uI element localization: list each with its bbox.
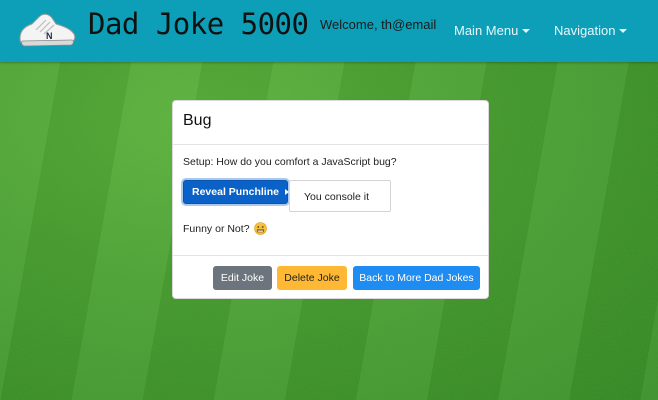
navigation-dropdown[interactable]: Navigation bbox=[554, 23, 628, 38]
grimace-emoji-icon bbox=[254, 222, 268, 238]
reveal-punchline-label: Reveal Punchline bbox=[192, 186, 279, 198]
funny-or-not: Funny or Not? bbox=[183, 222, 268, 238]
svg-text:N: N bbox=[46, 31, 53, 41]
funny-or-not-label: Funny or Not? bbox=[183, 223, 250, 235]
main-menu-label: Main Menu bbox=[454, 23, 519, 38]
punchline-popover: You console it bbox=[289, 180, 391, 212]
card-header: Bug bbox=[173, 101, 488, 145]
reveal-punchline-button[interactable]: Reveal Punchline bbox=[183, 180, 289, 204]
back-to-jokes-button[interactable]: Back to More Dad Jokes bbox=[353, 266, 480, 290]
welcome-text: Welcome, th@email bbox=[320, 17, 437, 32]
main-menu-dropdown[interactable]: Main Menu bbox=[454, 23, 531, 38]
app-title[interactable]: Dad Joke 5000 bbox=[88, 7, 309, 41]
joke-title: Bug bbox=[183, 112, 212, 129]
sneaker-icon[interactable]: N bbox=[16, 8, 78, 52]
navigation-label: Navigation bbox=[554, 23, 616, 38]
card-footer-divider bbox=[173, 255, 488, 256]
edit-joke-button[interactable]: Edit Joke bbox=[213, 266, 272, 290]
navbar: N Dad Joke 5000 Welcome, th@email Main M… bbox=[0, 0, 658, 62]
chevron-down-icon bbox=[522, 29, 531, 33]
chevron-down-icon bbox=[619, 29, 628, 33]
delete-joke-button[interactable]: Delete Joke bbox=[277, 266, 347, 290]
joke-setup: Setup: How do you comfort a JavaScript b… bbox=[183, 156, 397, 168]
joke-card: Bug Setup: How do you comfort a JavaScri… bbox=[172, 100, 489, 299]
